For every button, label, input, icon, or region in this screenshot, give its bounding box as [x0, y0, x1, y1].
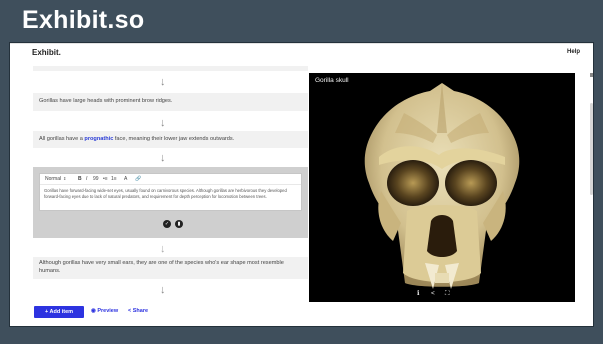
bullet-list-button[interactable]: •≡: [103, 177, 108, 182]
preview-button[interactable]: ◉ Preview: [91, 308, 118, 314]
banner-title: Exhibit.so: [22, 6, 145, 34]
arrow-down-icon: ↓: [160, 117, 166, 129]
viewer-title: Gorilla skull: [315, 77, 349, 84]
italic-button[interactable]: I: [86, 177, 87, 182]
scroll-thumb[interactable]: [590, 103, 593, 195]
chevron-down-icon[interactable]: ⇕: [63, 177, 66, 181]
numbered-list-button[interactable]: 1≡: [111, 177, 117, 182]
style-select[interactable]: Normal: [45, 177, 61, 182]
app-logo[interactable]: Exhibit.: [32, 48, 61, 57]
text-card[interactable]: All gorillas have a prognathic face, mea…: [33, 131, 308, 148]
arrow-down-icon: ↓: [160, 243, 166, 255]
link-icon[interactable]: 🔗: [135, 177, 141, 182]
check-circle-icon[interactable]: ✓: [163, 220, 171, 228]
divider: [10, 43, 593, 44]
app-window: Exhibit. Help ↓ Gorillas have large head…: [9, 42, 594, 327]
arrow-down-icon: ↓: [160, 76, 166, 88]
page-banner: Exhibit.so: [0, 0, 603, 42]
text-color-button[interactable]: A: [124, 177, 127, 182]
image-viewer[interactable]: Gorilla skull ℹ < ⛶: [309, 73, 575, 302]
help-link[interactable]: Help: [567, 49, 580, 55]
trash-icon[interactable]: ▮: [175, 220, 183, 228]
scrollbar[interactable]: [590, 73, 593, 302]
gorilla-skull-image: [364, 83, 520, 289]
card-text: Although gorillas have very small ears, …: [39, 260, 284, 274]
editor-text[interactable]: Gorillas have forward-facing wide-set ey…: [44, 188, 299, 200]
share-icon[interactable]: <: [431, 290, 435, 298]
rich-text-editor[interactable]: Normal ⇕ B I 99 •≡ 1≡ A 🔗 Gorillas have …: [39, 173, 302, 211]
text-card[interactable]: Although gorillas have very small ears, …: [33, 257, 308, 279]
scroll-up-arrow[interactable]: [590, 73, 593, 77]
highlight-term[interactable]: prognathic: [84, 136, 113, 142]
card-text: All gorillas have a prognathic face, mea…: [39, 135, 235, 142]
quote-button[interactable]: 99: [93, 177, 99, 182]
bold-button[interactable]: B: [78, 177, 82, 182]
text-card[interactable]: [33, 66, 308, 71]
info-icon[interactable]: ℹ: [417, 290, 419, 298]
editing-card: Normal ⇕ B I 99 •≡ 1≡ A 🔗 Gorillas have …: [33, 167, 308, 238]
share-button[interactable]: < Share: [128, 308, 148, 314]
arrow-down-icon: ↓: [160, 284, 166, 296]
fullscreen-icon[interactable]: ⛶: [445, 290, 450, 298]
card-text: Gorillas have large heads with prominent…: [39, 98, 173, 105]
story-editor: ↓ Gorillas have large heads with promine…: [30, 66, 308, 302]
text-card[interactable]: Gorillas have large heads with prominent…: [33, 93, 308, 111]
arrow-down-icon: ↓: [160, 152, 166, 164]
add-item-button[interactable]: + Add item: [34, 306, 84, 318]
editor-toolbar: Normal ⇕ B I 99 •≡ 1≡ A 🔗: [40, 174, 301, 185]
